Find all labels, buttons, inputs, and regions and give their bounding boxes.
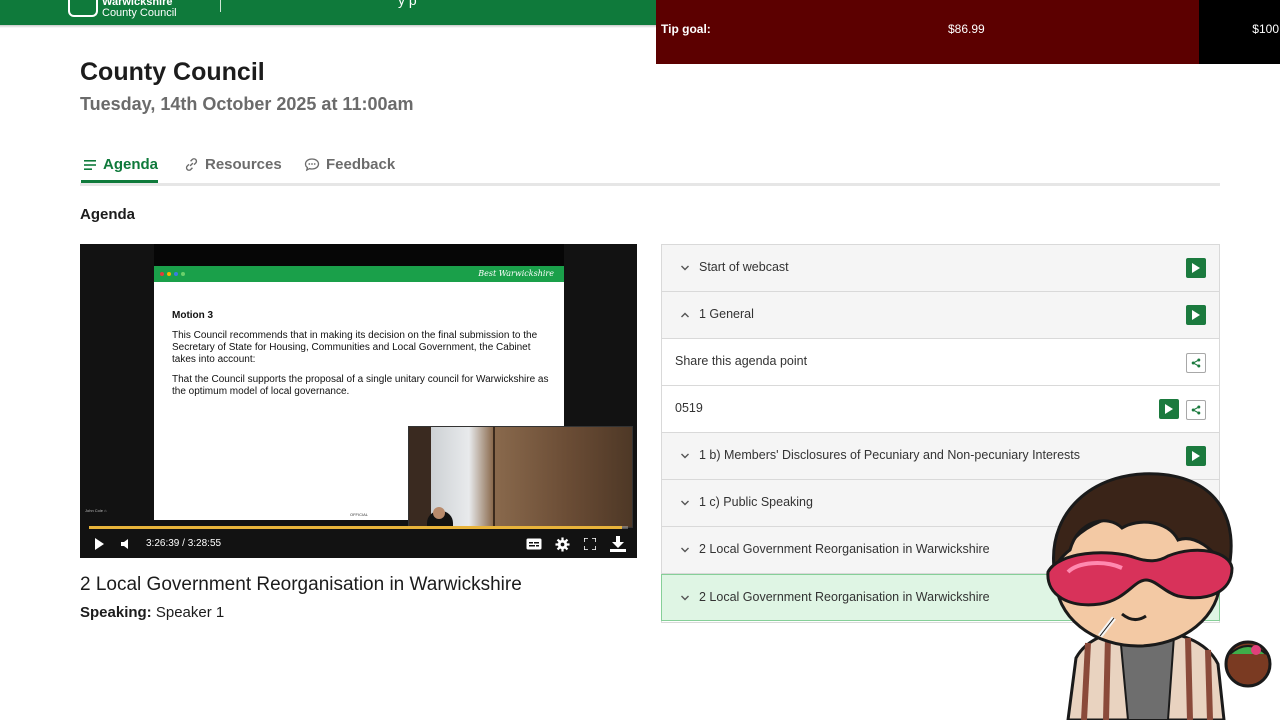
camera-door-edge xyxy=(493,427,495,527)
time-total: 3:28:55 xyxy=(187,538,222,549)
speech-bubble-icon xyxy=(304,158,320,172)
agenda-share-button[interactable] xyxy=(1186,400,1206,420)
agenda-item-label: 1 c) Public Speaking xyxy=(699,495,813,509)
play-icon xyxy=(95,538,104,550)
fullscreen-button[interactable] xyxy=(580,534,600,554)
cartoon-streamer-avatar-icon xyxy=(1046,472,1272,720)
time-separator: / xyxy=(182,538,185,549)
agenda-play-button[interactable] xyxy=(1186,446,1206,466)
agenda-item-label: 1 b) Members' Disclosures of Pecuniary a… xyxy=(699,448,1081,462)
chevron-up-icon xyxy=(681,312,689,318)
chevron-down-icon xyxy=(681,500,689,506)
tab-agenda[interactable]: Agenda xyxy=(81,156,159,183)
council-logo[interactable]: Warwickshire County Council xyxy=(68,0,177,19)
video-caption-tag: John Cole ⌂ xyxy=(85,508,107,513)
captions-icon xyxy=(526,538,542,550)
time-current: 3:26:39 xyxy=(146,538,180,549)
header-shadow xyxy=(0,25,656,28)
agenda-item-label: Start of webcast xyxy=(699,260,789,274)
tab-active-indicator xyxy=(81,180,158,183)
slide-heading: Motion 3 xyxy=(172,310,214,321)
tab-feedback-label: Feedback xyxy=(326,156,396,173)
site-header: Warwickshire County Council y p xyxy=(0,0,656,25)
tab-bar-divider xyxy=(80,183,1220,186)
share-icon xyxy=(1191,358,1201,368)
chevron-down-icon xyxy=(681,595,689,601)
speaker-name: Speaker 1 xyxy=(155,604,225,621)
video-controls: 3:26:39 / 3:28:55 xyxy=(80,534,637,558)
header-divider xyxy=(220,0,221,12)
camera-person-head xyxy=(433,507,445,519)
agenda-item-label: Share this agenda point xyxy=(675,354,808,368)
slide-paragraph-1: This Council recommends that in making i… xyxy=(172,330,538,365)
agenda-item[interactable]: Start of webcast xyxy=(662,245,1219,292)
section-heading: Agenda xyxy=(80,206,136,223)
chevron-down-icon xyxy=(681,265,689,271)
download-icon xyxy=(610,536,626,552)
video-time-display: 3:26:39 / 3:28:55 xyxy=(146,538,221,549)
speaking-line: Speaking: Speaker 1 xyxy=(80,604,224,621)
captions-button[interactable] xyxy=(524,534,544,554)
slide-footer: OFFICIAL xyxy=(350,512,369,517)
mute-button[interactable] xyxy=(116,534,136,554)
download-button[interactable] xyxy=(608,534,628,554)
agenda-item-label: 2 Local Government Reorganisation in War… xyxy=(699,590,990,604)
tab-bar: Agenda Resources Feedback xyxy=(80,146,1220,186)
agenda-play-button[interactable] xyxy=(1186,258,1206,278)
tip-goal-current: $86.99 xyxy=(948,22,985,36)
tip-goal-target: $100 xyxy=(1252,22,1279,36)
agenda-item-label: 1 General xyxy=(699,307,754,321)
agenda-item-label: 0519 xyxy=(675,401,703,415)
logo-mark-icon xyxy=(68,0,98,17)
video-player[interactable]: Best Warwickshire Motion 3 This Council … xyxy=(80,244,637,558)
tab-agenda-label: Agenda xyxy=(103,156,159,173)
meeting-date: Tuesday, 14th October 2025 at 11:00am xyxy=(80,94,414,114)
slide-logo-dots xyxy=(160,272,185,276)
agenda-item-label: 2 Local Government Reorganisation in War… xyxy=(699,542,990,556)
header-nav-fragment[interactable]: y p xyxy=(398,0,417,8)
video-progress-played xyxy=(89,526,623,529)
play-icon xyxy=(1192,451,1200,461)
volume-icon xyxy=(121,539,128,549)
camera-inset xyxy=(408,426,633,528)
video-letterbox xyxy=(154,244,564,266)
tab-feedback[interactable]: Feedback xyxy=(304,156,395,173)
now-playing-title: 2 Local Government Reorganisation in War… xyxy=(80,574,522,595)
tab-resources-label: Resources xyxy=(205,156,282,173)
logo-line2: County Council xyxy=(102,7,177,19)
agenda-subitem[interactable]: 0519 xyxy=(662,386,1219,433)
link-icon xyxy=(185,158,198,171)
tip-goal-progress-fill xyxy=(656,0,1199,64)
chevron-down-icon xyxy=(681,547,689,553)
video-progress-bar[interactable] xyxy=(89,526,628,529)
gear-icon xyxy=(554,536,570,552)
agenda-subitem[interactable]: Share this agenda point xyxy=(662,339,1219,386)
fullscreen-icon xyxy=(584,538,596,550)
agenda-play-button[interactable] xyxy=(1159,399,1179,419)
speaking-label: Speaking: xyxy=(80,604,152,621)
list-icon xyxy=(84,159,96,170)
tab-resources[interactable]: Resources xyxy=(184,156,282,173)
play-button[interactable] xyxy=(89,534,109,554)
agenda-item[interactable]: 1 General xyxy=(662,292,1219,339)
slide-paragraph-2: That the Council supports the proposal o… xyxy=(172,374,549,397)
slide-body: Motion 3 This Council recommends that in… xyxy=(172,310,552,406)
play-icon xyxy=(1192,310,1200,320)
settings-button[interactable] xyxy=(552,534,572,554)
share-icon xyxy=(1191,405,1201,415)
tip-goal-label: Tip goal: xyxy=(661,22,711,36)
slide-brand: Best Warwickshire xyxy=(478,269,554,278)
play-icon xyxy=(1192,263,1200,273)
chevron-down-icon xyxy=(681,453,689,459)
agenda-play-button[interactable] xyxy=(1186,305,1206,325)
agenda-share-button[interactable] xyxy=(1186,353,1206,373)
page-title: County Council xyxy=(80,58,265,86)
tip-goal-overlay: Tip goal: $86.99 $100 xyxy=(656,0,1280,64)
play-icon xyxy=(1165,404,1173,414)
